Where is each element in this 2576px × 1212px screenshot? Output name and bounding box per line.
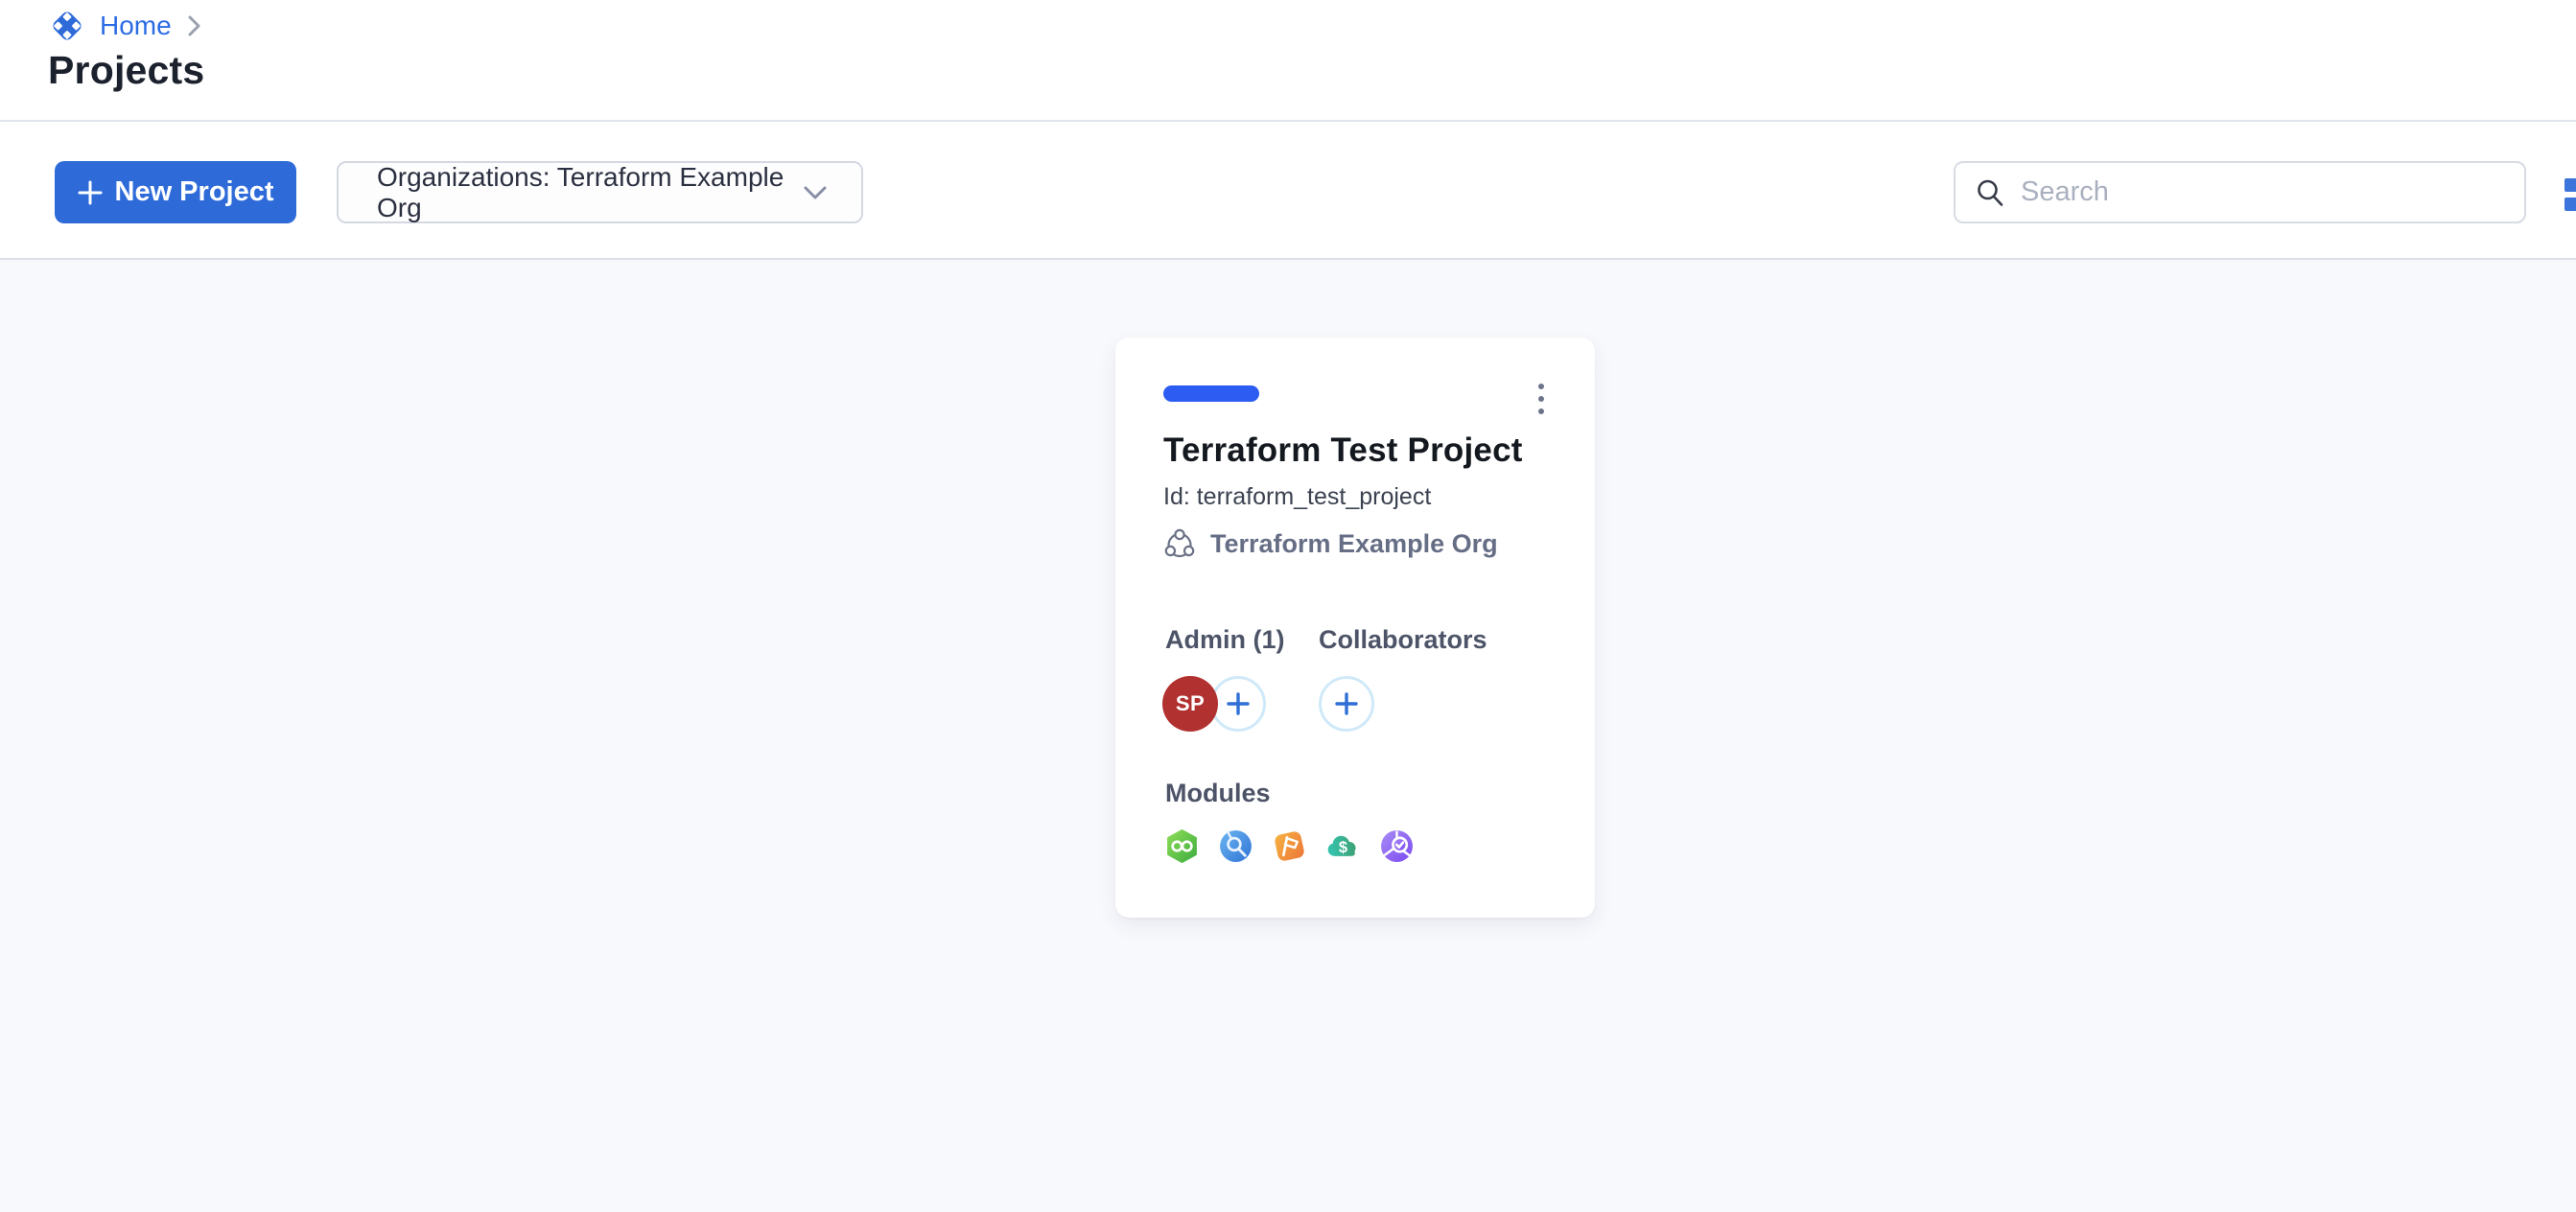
organizations-filter-value: Organizations: Terraform Example Org (377, 162, 802, 223)
kebab-dot (1538, 396, 1544, 402)
search-icon (1975, 177, 2005, 208)
project-card[interactable]: Terraform Test Project Id: terraform_tes… (1115, 338, 1595, 918)
collaborators-label: Collaborators (1319, 625, 1487, 655)
project-color-pill (1163, 385, 1259, 402)
plus-icon (78, 180, 103, 205)
organizations-filter-dropdown[interactable]: Organizations: Terraform Example Org (337, 161, 863, 223)
breadcrumb-chevron-icon (185, 13, 202, 38)
plus-icon (1226, 691, 1251, 716)
view-toggle-square (2564, 178, 2576, 192)
project-menu-button[interactable] (1524, 376, 1558, 422)
toolbar: New Project Organizations: Terraform Exa… (0, 124, 2576, 260)
kebab-dot (1538, 384, 1544, 389)
search-module-icon[interactable] (1218, 828, 1253, 864)
projects-page: Home Projects New Project Organizations:… (0, 0, 2576, 1212)
projects-grid: Terraform Test Project Id: terraform_tes… (0, 260, 2576, 1212)
infinity-module-icon[interactable] (1164, 828, 1200, 864)
organization-icon (1161, 525, 1198, 562)
view-toggle-square (2564, 198, 2576, 211)
view-toggle-icon[interactable] (2564, 178, 2576, 211)
project-title[interactable]: Terraform Test Project (1163, 431, 1557, 470)
policy-check-module-icon[interactable] (1379, 828, 1415, 864)
search-box (1954, 161, 2526, 223)
new-project-button-label: New Project (115, 176, 274, 208)
organization-name: Terraform Example Org (1210, 529, 1498, 559)
chevron-down-icon (802, 185, 829, 200)
project-id: Id: terraform_test_project (1163, 483, 1431, 511)
cost-cloud-module-icon[interactable]: $ (1325, 828, 1361, 864)
admin-label: Admin (1) (1165, 625, 1285, 655)
new-project-button[interactable]: New Project (55, 161, 296, 223)
add-collaborator-button[interactable] (1319, 676, 1374, 732)
add-admin-button[interactable] (1210, 676, 1266, 732)
modules-row: $ (1164, 828, 1415, 864)
kebab-dot (1538, 408, 1544, 414)
search-input[interactable] (2021, 176, 2507, 208)
plus-icon (1334, 691, 1359, 716)
project-organization[interactable]: Terraform Example Org (1161, 525, 1498, 562)
breadcrumb: Home (46, 6, 202, 46)
breadcrumb-home-link[interactable]: Home (100, 11, 172, 41)
modules-label: Modules (1165, 779, 1271, 808)
svg-text:$: $ (1339, 839, 1347, 856)
admin-avatar[interactable]: SP (1162, 676, 1218, 732)
page-header: Home Projects (0, 0, 2576, 122)
app-logo-icon (46, 6, 88, 46)
page-title: Projects (48, 48, 204, 93)
flag-module-icon[interactable] (1272, 828, 1307, 864)
